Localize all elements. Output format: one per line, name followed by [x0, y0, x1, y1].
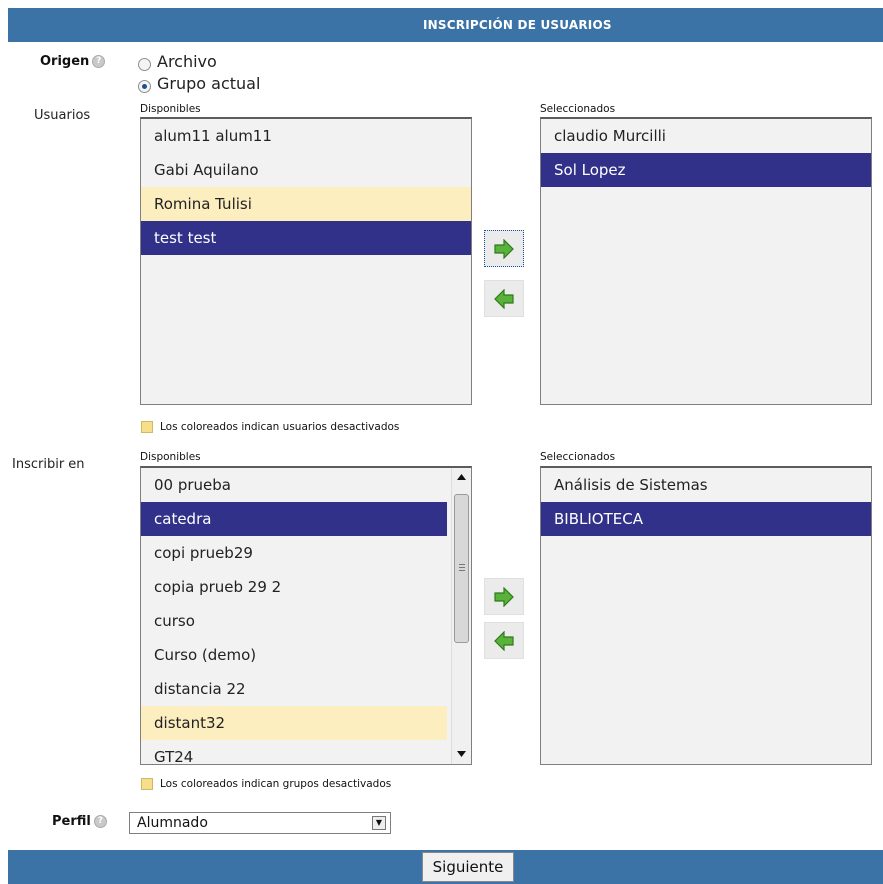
inscribir-selected-list[interactable]: Análisis de Sistemas BIBLIOTECA [540, 466, 872, 765]
arrow-left-icon [494, 630, 514, 651]
list-item[interactable]: distancia 22 [141, 672, 447, 706]
scrollbar-thumb[interactable] [454, 494, 469, 643]
list-item[interactable]: alum11 alum11 [141, 119, 471, 153]
origen-label: Origen? [40, 54, 106, 69]
inscribir-legend: Los coloreados indican grupos desactivad… [160, 778, 392, 790]
help-icon[interactable]: ? [92, 55, 106, 68]
list-item[interactable]: distant32 [141, 706, 447, 740]
header-bar: INSCRIPCIÓN DE USUARIOS [8, 8, 883, 42]
list-item[interactable]: Gabi Aquilano [141, 153, 471, 187]
perfil-label-text: Perfil [52, 814, 91, 829]
inscribir-selected-caption: Seleccionados [540, 451, 616, 463]
perfil-label: Perfil? [52, 814, 107, 829]
arrow-left-icon [494, 288, 514, 309]
origen-option-archivo[interactable]: Archivo [157, 52, 217, 71]
origen-radio-grupo-actual[interactable] [138, 80, 151, 93]
list-item[interactable]: copia prueb 29 2 [141, 570, 447, 604]
perfil-select[interactable]: Alumnado ▼ [129, 812, 391, 834]
inscribir-available-list[interactable]: 00 prueba catedra copi prueb29 copia pru… [140, 466, 472, 765]
add-group-button[interactable] [484, 578, 524, 615]
deactivated-legend-swatch [141, 778, 153, 790]
scroll-up-icon[interactable] [457, 474, 466, 480]
list-item[interactable]: Curso (demo) [141, 638, 447, 672]
arrow-right-icon [494, 586, 514, 607]
usuarios-label: Usuarios [34, 108, 91, 123]
usuarios-selected-list[interactable]: claudio Murcilli Sol Lopez [540, 117, 872, 405]
usuarios-available-list[interactable]: alum11 alum11 Gabi Aquilano Romina Tulis… [140, 117, 472, 405]
vertical-scrollbar[interactable] [451, 468, 471, 764]
help-icon[interactable]: ? [93, 815, 107, 828]
list-item[interactable]: curso [141, 604, 447, 638]
list-item[interactable]: Análisis de Sistemas [541, 468, 871, 502]
usuarios-available-caption: Disponibles [140, 103, 201, 115]
list-item[interactable]: Sol Lopez [541, 153, 871, 187]
origen-radio-archivo[interactable] [138, 58, 151, 71]
arrow-right-icon [494, 238, 514, 259]
list-item[interactable]: BIBLIOTECA [541, 502, 871, 536]
perfil-select-value: Alumnado [137, 815, 208, 831]
list-item[interactable]: GT24 [141, 740, 447, 764]
add-user-button[interactable] [484, 230, 524, 267]
chevron-down-icon[interactable]: ▼ [372, 816, 386, 830]
inscribir-label: Inscribir en [12, 457, 85, 472]
origen-label-text: Origen [40, 54, 90, 69]
list-item[interactable]: copi prueb29 [141, 536, 447, 570]
usuarios-selected-caption: Seleccionados [540, 103, 616, 115]
list-item[interactable]: 00 prueba [141, 468, 447, 502]
usuarios-legend: Los coloreados indican usuarios desactiv… [160, 421, 400, 433]
remove-group-button[interactable] [484, 622, 524, 659]
list-item[interactable]: catedra [141, 502, 447, 536]
list-item[interactable]: test test [141, 221, 471, 255]
inscribir-available-caption: Disponibles [140, 451, 201, 463]
next-button[interactable]: Siguiente [422, 852, 514, 882]
page-title: INSCRIPCIÓN DE USUARIOS [423, 18, 612, 32]
deactivated-legend-swatch [141, 421, 153, 433]
list-item[interactable]: Romina Tulisi [141, 187, 471, 221]
remove-user-button[interactable] [484, 280, 524, 317]
list-item[interactable]: claudio Murcilli [541, 119, 871, 153]
scroll-down-icon[interactable] [457, 751, 466, 757]
origen-option-grupo-actual[interactable]: Grupo actual [157, 74, 260, 93]
